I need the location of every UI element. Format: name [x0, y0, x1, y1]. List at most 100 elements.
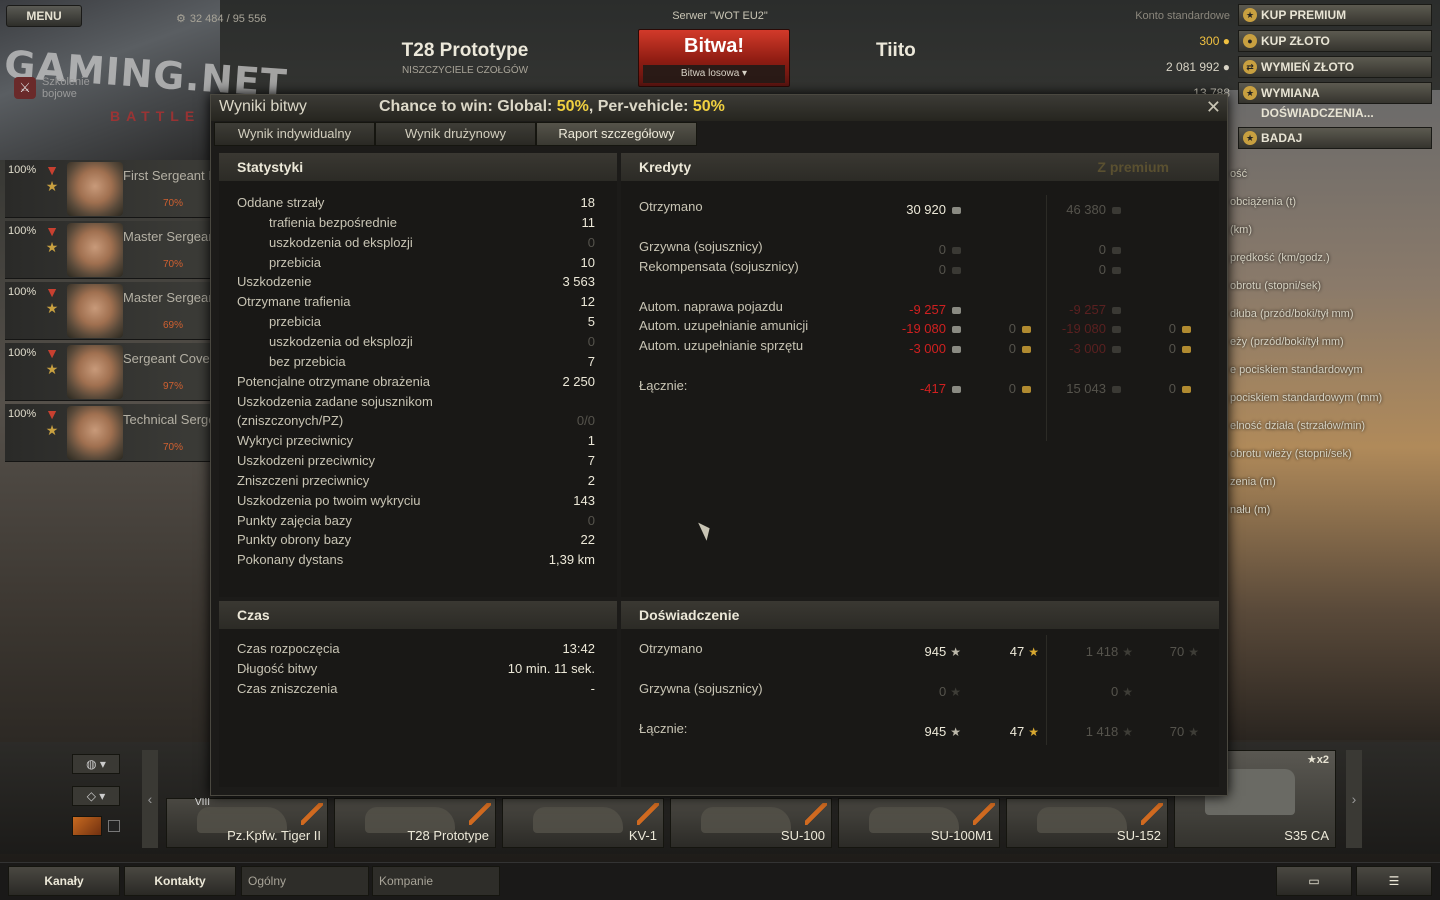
battle-mode-dropdown[interactable]: Bitwa losowa ▾	[643, 65, 785, 83]
vehicle-card[interactable]: SU-100	[670, 798, 832, 848]
stat-value: 0	[587, 512, 595, 528]
buy-premium-button[interactable]: ★ KUP PREMIUM	[1238, 4, 1432, 26]
tab-team[interactable]: Wynik drużynowy	[375, 122, 536, 146]
xp-total-value: 945 ★	[924, 724, 961, 739]
carousel-left-arrow[interactable]: ‹	[142, 750, 158, 848]
buy-gold-button[interactable]: ● KUP ZŁOTO	[1238, 30, 1432, 52]
crew-perk-pct: 70%	[163, 442, 184, 453]
credits-icon	[1112, 247, 1121, 255]
crew-name: First Sergeant I	[123, 168, 212, 183]
free-xp-total-premium: 70 ★	[1169, 724, 1199, 739]
vehicle-card[interactable]: SU-100M1	[838, 798, 1000, 848]
credits-fine-label: Grzywna (sojusznicy)	[639, 239, 763, 254]
xp-fine-value: 0 ★	[939, 684, 961, 699]
crew-name: Master Sergeant	[123, 229, 213, 244]
stat-label: trafienia bezpośrednie	[269, 214, 397, 230]
param-item: prędkość (km/godz.)	[1230, 252, 1330, 264]
premium-icon: ★	[1243, 8, 1257, 22]
channels-button[interactable]: Kanały	[8, 866, 120, 896]
stat-label: bez przebicia	[269, 353, 346, 369]
repair-premium: -9 257	[1021, 302, 1121, 317]
premium-filter-icon[interactable]	[72, 816, 102, 836]
stat-label: Uszkodzenie	[237, 274, 312, 290]
credits-icon	[1112, 346, 1121, 354]
crew-portrait	[67, 406, 123, 460]
close-icon[interactable]: ✕	[1206, 97, 1221, 118]
crew-member[interactable]: 100% ▼ ★ Master Sergeant 70%	[5, 221, 213, 279]
stat-label: Uszkodzenia zadane sojusznikom	[237, 393, 433, 409]
crew-member[interactable]: 100% ▼ ★ Master Sergeant 69%	[5, 282, 213, 340]
experience-panel: Doświadczenie Otrzymano 945 ★ 47 ★ 1 418 ★ …	[621, 601, 1219, 787]
vehicle-card[interactable]: VIII Pz.Kpfw. Tiger II	[166, 797, 328, 848]
stat-label: uszkodzenia od eksplozji	[269, 234, 413, 250]
credits-comp-value: 0	[861, 262, 961, 277]
exchange-gold-button[interactable]: ⇄ WYMIEŃ ZŁOTO	[1238, 56, 1432, 78]
crew-name: Master Sergeant	[123, 290, 213, 305]
destroyed-time-value: -	[590, 681, 595, 696]
class-filter[interactable]: ◇ ▾	[72, 786, 120, 806]
stat-value: 2 250	[562, 373, 595, 389]
tab-individual[interactable]: Wynik indywidualny	[214, 122, 375, 146]
free-xp-received-premium: 70 ★	[1169, 644, 1199, 659]
training-label: Szkolenie bojowe	[42, 76, 90, 100]
research-button[interactable]: ★ BADAJ	[1238, 127, 1432, 149]
gold-icon: ●	[1243, 34, 1257, 48]
nation-filter[interactable]: ◍ ▾	[72, 754, 120, 774]
battle-button[interactable]: Bitwa! Bitwa losowa ▾	[638, 29, 790, 87]
credits-total-value: -417	[861, 381, 961, 396]
vehicle-card[interactable]: T28 Prototype	[334, 798, 496, 848]
medal-icon: ▼ ★	[45, 284, 59, 316]
combat-training[interactable]: ⚔ Szkolenie bojowe	[14, 76, 92, 100]
credits-icon	[952, 267, 961, 275]
stat-value: 2	[587, 472, 595, 488]
param-item: (km)	[1230, 224, 1252, 236]
param-item: eży (przód/boki/tył mm)	[1230, 336, 1344, 348]
companies-channel[interactable]: Kompanie	[372, 866, 500, 896]
credits-received-value: 30 920	[861, 202, 961, 217]
stat-value: 143	[573, 492, 595, 508]
crew-portrait	[67, 345, 123, 399]
crew-member[interactable]: 100% ▼ ★ Sergeant Cover 97%	[5, 343, 213, 401]
equip-premium-gold: 0	[1131, 341, 1191, 356]
crew-member[interactable]: 100% ▼ ★ Technical Serge 70%	[5, 404, 213, 462]
credits-comp-premium: 0	[1021, 262, 1121, 277]
stats-panel: Statystyki Oddane strzały 18 trafienia bez…	[219, 153, 617, 597]
general-channel[interactable]: Ogólny	[241, 866, 369, 896]
vehicle-card[interactable]: SU-152	[1006, 798, 1168, 848]
vehicle-card[interactable]: KV-1	[502, 798, 664, 848]
param-item: elność działa (strzałów/min)	[1230, 420, 1366, 432]
param-item: nału (m)	[1230, 504, 1271, 516]
tank-class-stripe	[637, 803, 659, 825]
crew-member[interactable]: 100% ▼ ★ First Sergeant I 70%	[5, 160, 212, 218]
xp-exchange-button[interactable]: ★ WYMIANA DOŚWIADCZENIA...	[1238, 82, 1432, 120]
stat-label: Otrzymane trafienia	[237, 294, 351, 310]
chat-icon: ▭	[1308, 874, 1320, 888]
menu-button[interactable]: MENU	[6, 5, 82, 27]
stat-value: 5	[587, 314, 595, 330]
stat-label: Punkty zajęcia bazy	[237, 512, 352, 528]
stat-label: przebicia	[269, 254, 322, 270]
notifications-button[interactable]: ☰	[1356, 866, 1432, 896]
crew-portrait	[67, 284, 123, 338]
tab-detailed[interactable]: Raport szczegółowy	[536, 122, 697, 146]
chat-button[interactable]: ▭	[1276, 866, 1352, 896]
crew-perk-pct: 70%	[163, 259, 184, 270]
carousel-right-arrow[interactable]: ›	[1346, 750, 1362, 848]
credits-icon	[952, 207, 961, 215]
free-xp-star-icon: ★	[1188, 645, 1199, 659]
gold-icon	[1182, 386, 1191, 394]
duration-value: 10 min. 11 sek.	[507, 661, 595, 676]
equip-label: Autom. uzupełnianie sprzętu	[639, 338, 804, 353]
param-item: ość	[1230, 168, 1248, 180]
filter-checkbox[interactable]	[108, 820, 120, 832]
premium-separator	[1046, 195, 1047, 441]
exchange-icon: ⇄	[1243, 60, 1257, 74]
ammo-label: Autom. uzupełnianie amunicji	[639, 318, 809, 333]
experience-title: Doświadczenie	[621, 601, 1219, 629]
stat-value: 22	[580, 532, 595, 548]
xp-total-label: Łącznie:	[639, 721, 688, 736]
stat-value: 11	[581, 214, 596, 230]
time-title: Czas	[219, 601, 617, 629]
contacts-button[interactable]: Kontakty	[124, 866, 236, 896]
stat-value: 12	[580, 294, 595, 310]
